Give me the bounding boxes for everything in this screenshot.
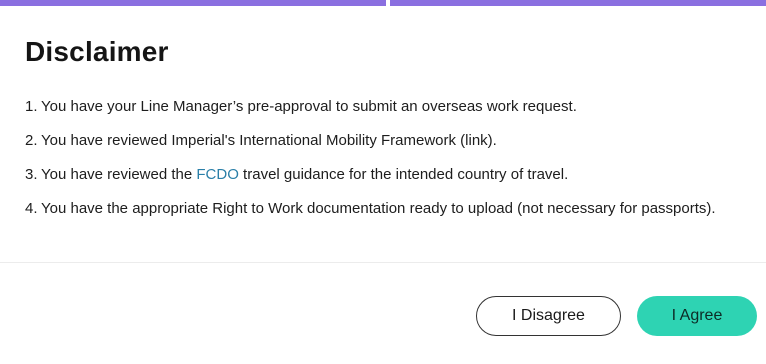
disclaimer-dialog: Disclaimer 1. You have your Line Manager… <box>0 6 766 364</box>
dialog-title: Disclaimer <box>25 36 169 67</box>
list-item-text: You have your Line Manager’s pre-approva… <box>41 98 577 115</box>
list-item-number: 2. <box>25 132 38 149</box>
list-item-text-before: You have reviewed the <box>41 166 197 183</box>
list-item-number: 4. <box>25 200 38 217</box>
list-item-text-after: travel guidance for the intended country… <box>238 166 569 183</box>
list-item-text: You have reviewed Imperial's Internation… <box>41 132 497 149</box>
list-item-number: 1. <box>25 98 38 115</box>
list-item-number: 3. <box>25 166 38 183</box>
disagree-button[interactable]: I Disagree <box>476 296 621 336</box>
fcdo-link[interactable]: FCDO <box>196 166 239 183</box>
list-item: 3. You have reviewed the FCDO travel gui… <box>25 164 745 186</box>
list-item-text: You have the appropriate Right to Work d… <box>41 200 716 217</box>
list-item: 2. You have reviewed Imperial's Internat… <box>25 130 745 152</box>
agree-button[interactable]: I Agree <box>637 296 757 336</box>
list-item: 1. You have your Line Manager’s pre-appr… <box>25 96 745 118</box>
list-item: 4. You have the appropriate Right to Wor… <box>25 198 745 220</box>
footer-divider <box>0 262 766 263</box>
disclaimer-list: 1. You have your Line Manager’s pre-appr… <box>25 96 745 232</box>
